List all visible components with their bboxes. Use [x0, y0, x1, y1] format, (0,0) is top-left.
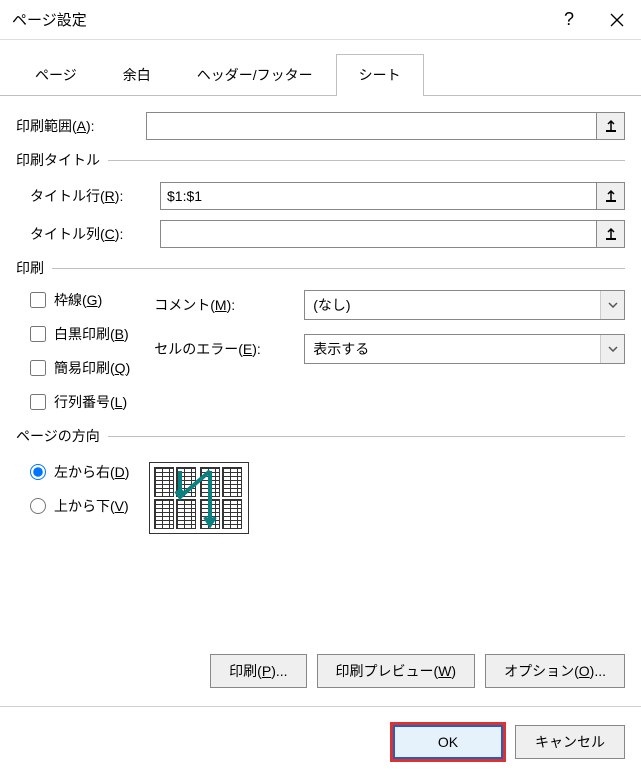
errors-label: セルのエラー(E):: [154, 339, 304, 359]
ok-button[interactable]: OK: [393, 725, 503, 759]
page-order-group: ページの方向: [16, 426, 625, 446]
errors-select[interactable]: 表示する: [304, 334, 625, 364]
chevron-down-icon: [608, 346, 618, 352]
chevron-down-icon: [608, 302, 618, 308]
title-col-label: タイトル列(C):: [30, 224, 160, 244]
print-button[interactable]: 印刷(P)...: [210, 654, 306, 688]
collapse-icon: [605, 189, 617, 203]
page-order-icon: [149, 462, 249, 534]
cancel-button[interactable]: キャンセル: [515, 725, 625, 759]
order-ttb-label: 上から下(V): [54, 496, 129, 516]
rowcol-check[interactable]: 行列番号(L): [30, 392, 130, 412]
comments-value: (なし): [305, 295, 600, 315]
print-checkboxes: 枠線(G) 白黒印刷(B) 簡易印刷(Q) 行列番号(L): [30, 290, 130, 412]
print-title-group: 印刷タイトル: [16, 150, 625, 170]
print-group: 印刷: [16, 258, 625, 278]
content: 印刷範囲(A): 印刷タイトル タイトル行(R): タイトル列(C):: [0, 96, 641, 534]
order-ltr-label: 左から右(D): [54, 462, 129, 482]
print-range-input[interactable]: [146, 112, 597, 140]
draft-checkbox[interactable]: [30, 360, 46, 376]
close-icon: [610, 13, 624, 27]
title-col-ref-button[interactable]: [597, 220, 625, 248]
errors-arrow[interactable]: [600, 335, 624, 363]
title-col-input[interactable]: [160, 220, 597, 248]
collapse-icon: [605, 227, 617, 241]
bw-checkbox[interactable]: [30, 326, 46, 342]
draft-label: 簡易印刷(Q): [54, 358, 130, 378]
comments-arrow[interactable]: [600, 291, 624, 319]
tab-margins[interactable]: 余白: [100, 54, 174, 95]
preview-button[interactable]: 印刷プレビュー(W): [317, 654, 476, 688]
close-button[interactable]: [593, 0, 641, 40]
window-title: ページ設定: [12, 9, 545, 30]
errors-value: 表示する: [305, 339, 600, 359]
divider: [0, 706, 641, 707]
print-range-label: 印刷範囲(A):: [16, 116, 146, 136]
tab-page[interactable]: ページ: [12, 54, 100, 95]
gridlines-check[interactable]: 枠線(G): [30, 290, 130, 310]
title-row-label: タイトル行(R):: [30, 186, 160, 206]
print-range-ref-button[interactable]: [597, 112, 625, 140]
comments-label: コメント(M):: [154, 295, 304, 315]
collapse-icon: [605, 119, 617, 133]
title-row-ref-button[interactable]: [597, 182, 625, 210]
order-ltr-radio[interactable]: 左から右(D): [30, 462, 129, 482]
help-button[interactable]: ?: [545, 0, 593, 40]
options-button[interactable]: オプション(O)...: [485, 654, 625, 688]
gridlines-label: 枠線(G): [54, 290, 102, 310]
titlebar: ページ設定 ?: [0, 0, 641, 40]
gridlines-checkbox[interactable]: [30, 292, 46, 308]
draft-check[interactable]: 簡易印刷(Q): [30, 358, 130, 378]
order-ttb-radio[interactable]: 上から下(V): [30, 496, 129, 516]
order-ttb-input[interactable]: [30, 498, 46, 514]
comments-select[interactable]: (なし): [304, 290, 625, 320]
title-row-input[interactable]: [160, 182, 597, 210]
tab-header-footer[interactable]: ヘッダー/フッター: [174, 54, 336, 95]
rowcol-label: 行列番号(L): [54, 392, 127, 412]
bw-check[interactable]: 白黒印刷(B): [30, 324, 130, 344]
rowcol-checkbox[interactable]: [30, 394, 46, 410]
tab-sheet[interactable]: シート: [336, 54, 424, 95]
tab-bar: ページ 余白 ヘッダー/フッター シート: [0, 40, 641, 96]
order-ltr-input[interactable]: [30, 464, 46, 480]
bw-label: 白黒印刷(B): [54, 324, 129, 344]
